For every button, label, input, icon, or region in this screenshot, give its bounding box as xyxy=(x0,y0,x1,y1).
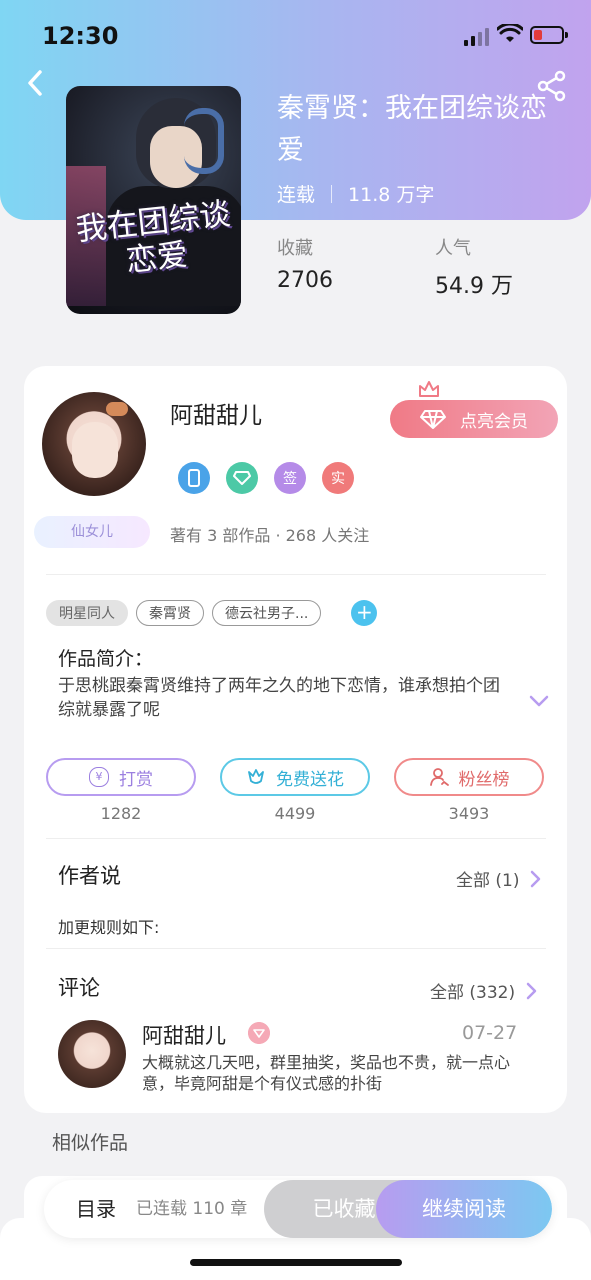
tip-button[interactable]: ¥ 打赏 xyxy=(46,758,196,796)
toc-button[interactable]: 目录 xyxy=(76,1180,116,1238)
book-meta: 连载 11.8 万字 xyxy=(277,180,434,207)
flower-count: 4499 xyxy=(274,804,316,823)
author-says-more[interactable]: 全部 (1) xyxy=(456,866,541,891)
send-flower-button[interactable]: 免费送花 xyxy=(220,758,370,796)
fans-icon xyxy=(429,768,449,786)
avatar-face xyxy=(72,422,118,478)
sign-icon[interactable]: 签 xyxy=(274,462,306,494)
intro-label: 作品简介： xyxy=(58,648,154,670)
phone-icon[interactable] xyxy=(178,462,210,494)
real-name-icon[interactable]: 实 xyxy=(322,462,354,494)
book-word-count: 11.8 万字 xyxy=(348,184,435,206)
wifi-icon xyxy=(497,24,523,42)
send-flower-label: 免费送花 xyxy=(276,769,344,790)
diamond-icon xyxy=(420,410,446,429)
stat-label: 人气 xyxy=(435,238,471,259)
crown-icon xyxy=(419,381,439,397)
back-arrow-icon[interactable] xyxy=(22,68,52,98)
tag[interactable]: 明星同人 xyxy=(46,600,128,626)
tip-label: 打赏 xyxy=(119,769,153,790)
chevron-down-icon[interactable] xyxy=(528,694,550,708)
comment-date: 07-27 xyxy=(462,1022,518,1044)
cellular-signal-icon xyxy=(464,28,489,46)
tag[interactable]: 秦霄贤 xyxy=(136,600,204,626)
stat-favorites: 收藏 2706 xyxy=(277,234,333,293)
tip-count: 1282 xyxy=(100,804,142,823)
comment-text[interactable]: 大概就这几天吧，群里抽奖，奖品也不贵，就一点心意，毕竟阿甜是个有仪式感的扑街 xyxy=(142,1052,522,1094)
divider xyxy=(46,574,546,575)
comments-more[interactable]: 全部 (332) xyxy=(430,978,537,1003)
add-tag-button[interactable]: + xyxy=(351,600,378,626)
author-says-more-label: 全部 (1) xyxy=(456,871,520,891)
author-says-title: 作者说 xyxy=(58,864,121,888)
fairy-badge: 仙女儿 xyxy=(34,516,150,548)
flower-action: 免费送花 4499 xyxy=(220,758,370,823)
tip-action: ¥ 打赏 1282 xyxy=(46,758,196,823)
status-bar: 12:30 xyxy=(0,0,591,70)
headphones-icon xyxy=(184,108,224,174)
tag-list: 明星同人 秦霄贤 德云社男子... + xyxy=(46,600,378,626)
diamond-badge-icon xyxy=(248,1022,270,1044)
comments-title: 评论 xyxy=(58,976,100,1000)
author-avatar[interactable] xyxy=(42,392,146,496)
action-row: ¥ 打赏 1282 免费送花 4499 粉丝榜 3493 xyxy=(46,758,544,823)
fans-ranking-button[interactable]: 粉丝榜 xyxy=(394,758,544,796)
commenter-avatar[interactable] xyxy=(58,1020,126,1088)
tag[interactable]: 德云社男子... xyxy=(212,600,322,626)
divider xyxy=(46,948,546,949)
comments-more-label: 全部 (332) xyxy=(430,983,516,1003)
stat-value: 2706 xyxy=(277,268,333,293)
diamond-shape xyxy=(233,471,251,485)
vip-button[interactable]: 点亮会员 xyxy=(390,400,558,438)
stat-value: 54.9 万 xyxy=(435,274,513,299)
fans-ranking-label: 粉丝榜 xyxy=(458,769,510,790)
stat-label: 收藏 xyxy=(277,238,313,259)
flower-icon xyxy=(248,769,264,784)
divider xyxy=(46,838,546,839)
continue-reading-button[interactable]: 继续阅读 xyxy=(376,1180,552,1238)
book-cover[interactable]: 我在团综谈恋爱 xyxy=(66,86,241,314)
chevron-right-icon xyxy=(526,982,537,999)
author-badges: 签 实 xyxy=(178,462,354,494)
author-says-text: 加更规则如下: xyxy=(58,918,160,937)
status-time: 12:30 xyxy=(42,22,119,50)
book-title: 秦霄贤：我在团综谈恋爱 xyxy=(277,93,547,166)
vip-button-label: 点亮会员 xyxy=(460,411,528,432)
chapter-count[interactable]: 已连载 110 章 xyxy=(136,1180,247,1238)
intro-text: 于思桃跟秦霄贤维持了两年之久的地下恋情，谁承想拍个团综就暴露了呢 xyxy=(58,676,500,720)
chevron-right-icon xyxy=(531,870,541,887)
meta-divider xyxy=(331,184,333,203)
yen-icon: ¥ xyxy=(89,767,109,787)
commenter-name[interactable]: 阿甜甜儿 xyxy=(142,1020,226,1050)
fans-count: 3493 xyxy=(448,804,490,823)
author-works-summary: 著有 3 部作品 · 268 人关注 xyxy=(170,526,370,545)
author-name[interactable]: 阿甜甜儿 xyxy=(170,396,262,430)
diamond-icon[interactable] xyxy=(226,462,258,494)
book-detail-card: 仙女儿 阿甜甜儿 点亮会员 签 实 著有 3 部作品 · 268 人关注 明星同… xyxy=(24,366,567,1113)
stat-popularity: 人气 54.9 万 xyxy=(435,234,513,300)
home-indicator xyxy=(190,1259,402,1266)
fans-action: 粉丝榜 3493 xyxy=(394,758,544,823)
avatar-bow xyxy=(106,402,128,416)
battery-icon xyxy=(530,26,568,44)
similar-works-title: 相似作品 xyxy=(52,1132,129,1154)
phone-shape xyxy=(188,469,200,487)
book-status: 连载 xyxy=(277,184,316,206)
bottom-action-bar: 目录 已连载 110 章 已收藏 继续阅读 xyxy=(44,1180,552,1238)
